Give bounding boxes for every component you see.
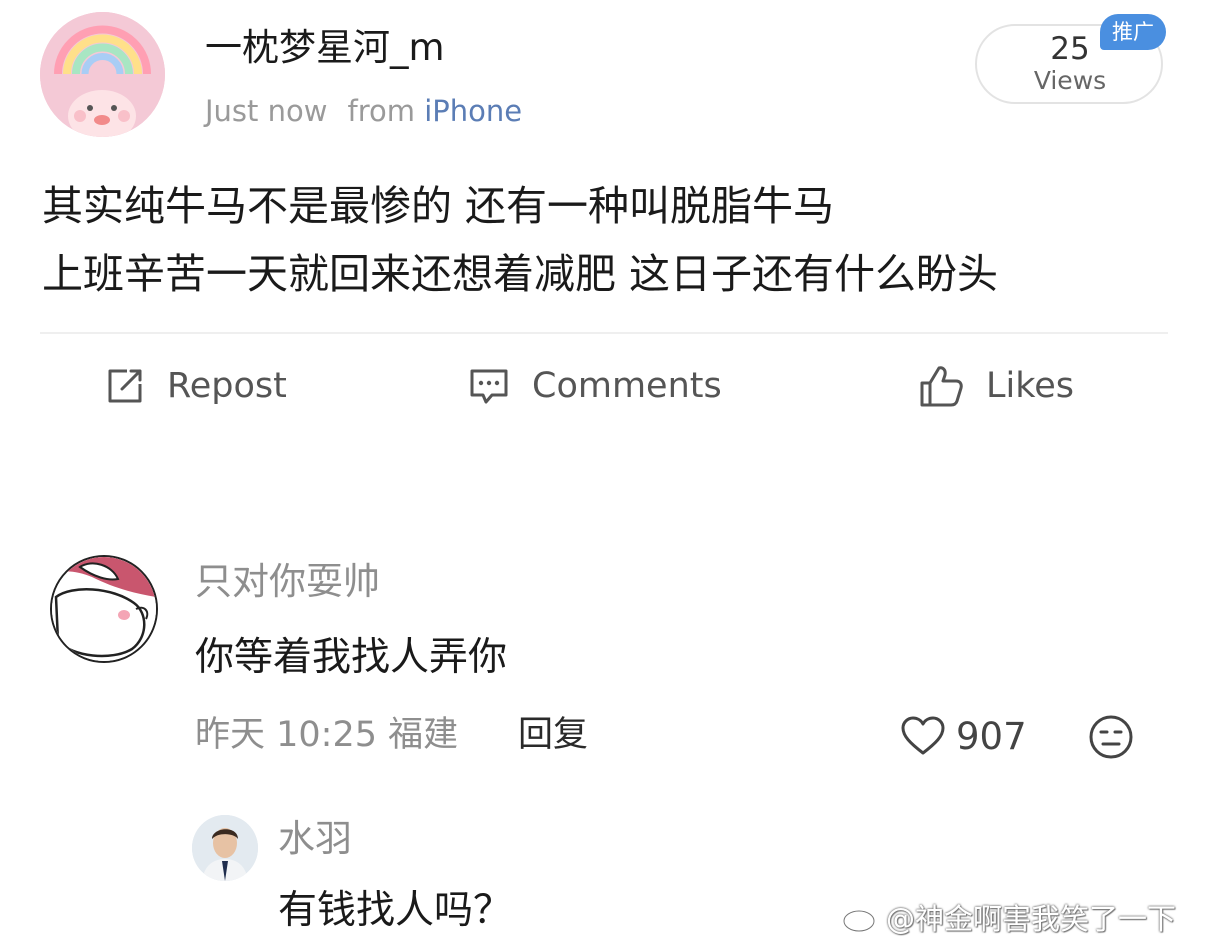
- likes-button[interactable]: Likes: [918, 358, 1074, 414]
- post-source-device[interactable]: iPhone: [424, 94, 522, 128]
- comments-button[interactable]: Comments: [468, 358, 722, 414]
- post-meta: Just now from iPhone: [205, 92, 522, 130]
- reply-author-name[interactable]: 水羽: [278, 815, 352, 863]
- watermark: @神金啊害我笑了一下: [842, 895, 1176, 939]
- comment-location: 福建: [388, 715, 459, 755]
- comment-author-name[interactable]: 只对你耍帅: [195, 558, 380, 606]
- neutral-face-icon: [1089, 715, 1133, 759]
- post-source-prefix: from: [347, 94, 415, 128]
- reply-author-avatar[interactable]: [192, 815, 258, 881]
- reaction-button[interactable]: [1088, 714, 1134, 764]
- comment-like-button[interactable]: 907: [900, 712, 1027, 760]
- views-label: Views: [1033, 66, 1107, 95]
- repost-button[interactable]: Repost: [105, 358, 287, 414]
- comment-author-avatar[interactable]: [50, 555, 158, 663]
- repost-label: Repost: [167, 366, 287, 406]
- comment-time: 昨天 10:25: [195, 715, 377, 755]
- post-timestamp: Just now: [205, 94, 328, 128]
- thumbs-up-icon: [920, 366, 963, 407]
- post-text-line: 其实纯牛马不是最惨的 还有一种叫脱脂牛马: [42, 182, 835, 230]
- comment-text: 你等着我找人弄你: [195, 635, 508, 680]
- weibo-logo-icon: [842, 904, 880, 933]
- repost-icon: [108, 369, 142, 403]
- heart-icon: [901, 716, 945, 755]
- post-author-avatar[interactable]: [40, 12, 165, 137]
- post-author-name[interactable]: 一枕梦星河_m: [205, 24, 445, 72]
- post-text-line: 上班辛苦一天就回来还想着减肥 这日子还有什么盼头: [42, 250, 999, 298]
- likes-label: Likes: [986, 366, 1075, 406]
- man-portrait-icon: [192, 815, 258, 881]
- comments-label: Comments: [532, 366, 722, 406]
- comment-meta: 昨天 10:25 福建: [195, 712, 458, 758]
- views-count: 25: [1050, 31, 1090, 67]
- rainbow-cartoon-icon: [40, 12, 165, 137]
- reply-button[interactable]: 回复: [518, 712, 588, 758]
- comment-icon: [470, 369, 508, 404]
- promo-badge: 推广: [1100, 14, 1166, 50]
- watermark-text: @神金啊害我笑了一下: [886, 902, 1177, 936]
- comment-like-count: 907: [956, 714, 1027, 758]
- bunny-cartoon-icon: [52, 557, 156, 661]
- reply-text: 有钱找人吗？: [278, 888, 513, 933]
- divider: [40, 332, 1168, 334]
- post-content: 其实纯牛马不是最惨的 还有一种叫脱脂牛马 上班辛苦一天就回来还想着减肥 这日子还…: [42, 172, 998, 308]
